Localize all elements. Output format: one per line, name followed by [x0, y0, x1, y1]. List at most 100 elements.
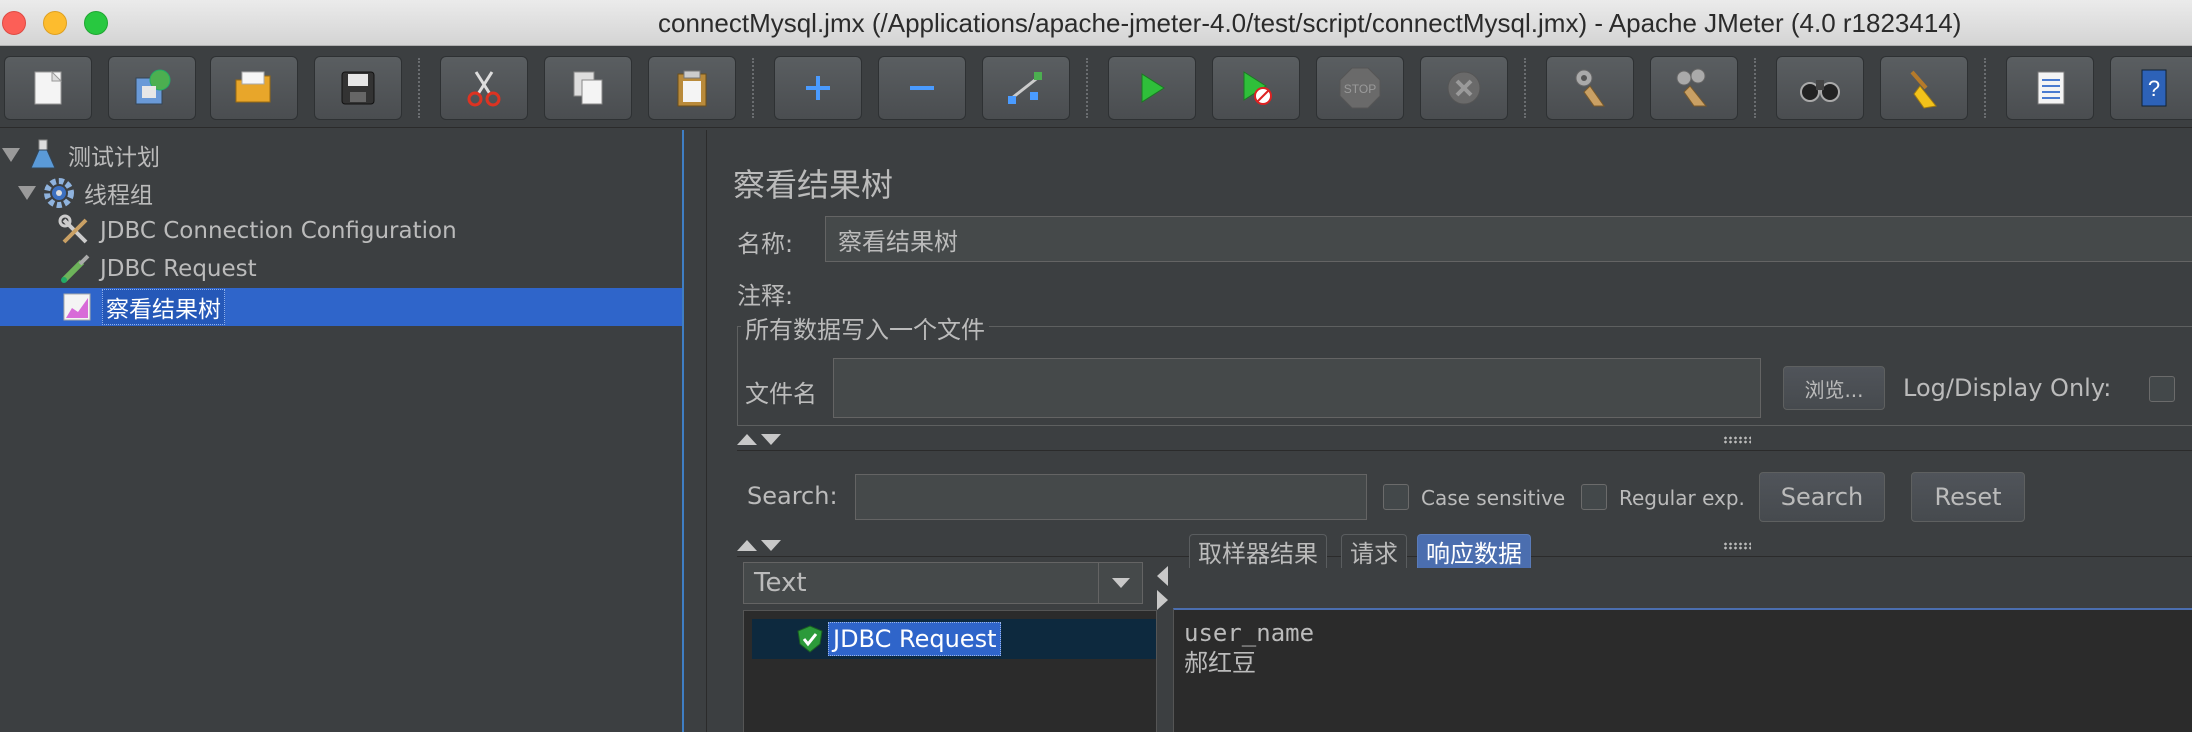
panel-title: 察看结果树	[733, 166, 894, 204]
divider	[737, 450, 2192, 451]
expand-all-button[interactable]	[774, 56, 862, 120]
response-data-area[interactable]: user_name 郝红豆	[1173, 608, 2192, 732]
result-item-label: JDBC Request	[828, 622, 1002, 656]
search-label: Search:	[747, 482, 838, 510]
search-submit-button[interactable]: Search	[1759, 472, 1885, 522]
tree-item-view-results-tree[interactable]: 察看结果树	[0, 288, 682, 326]
reset-button[interactable]: Reset	[1911, 472, 2025, 522]
tab-request[interactable]: 请求	[1341, 534, 1407, 568]
renderer-select[interactable]: Text	[743, 562, 1143, 604]
stop-button[interactable]: STOP	[1316, 56, 1404, 120]
panel-splitter[interactable]	[686, 130, 702, 732]
function-helper-icon	[2037, 71, 2065, 105]
start-icon	[1141, 73, 1165, 103]
save-button[interactable]	[314, 56, 402, 120]
tree-item-label: JDBC Request	[100, 256, 257, 282]
response-line: 郝红豆	[1184, 649, 1256, 677]
window-title: connectMysql.jmx (/Applications/apache-j…	[658, 8, 1962, 38]
search-icon	[1800, 80, 1840, 102]
splitter-grip[interactable]	[1723, 436, 1751, 444]
collapse-left-icon[interactable]	[1157, 566, 1168, 586]
expand-icon	[806, 76, 830, 100]
reset-search-icon	[1910, 70, 1937, 109]
results-tree: JDBC Request	[743, 610, 1157, 732]
tree-item-test-plan[interactable]: 测试计划	[2, 136, 160, 174]
tab-response-data[interactable]: 响应数据	[1417, 534, 1531, 568]
toolbar-separator	[752, 58, 754, 118]
comment-field[interactable]	[817, 274, 2192, 308]
log-display-only-label: Log/Display Only:	[1903, 374, 2112, 402]
title-bar: connectMysql.jmx (/Applications/apache-j…	[0, 0, 2192, 46]
toolbar-separator	[1524, 58, 1526, 118]
test-plan-tree: 测试计划 线程组 JDBC Connection Configuration J…	[0, 130, 684, 732]
reset-search-button[interactable]	[1880, 56, 1968, 120]
wrench-icon	[58, 214, 92, 248]
arrow-down-icon	[761, 434, 781, 445]
tree-item-jdbc-connection-configuration[interactable]: JDBC Connection Configuration	[58, 212, 457, 250]
svg-text:STOP: STOP	[1344, 82, 1376, 96]
expand-arrow-icon[interactable]	[18, 186, 36, 200]
tree-item-jdbc-request[interactable]: JDBC Request	[58, 250, 257, 288]
collapse-icon	[910, 86, 934, 90]
regular-exp-checkbox[interactable]	[1581, 484, 1607, 510]
svg-text:?: ?	[2148, 76, 2160, 101]
toggle-button[interactable]	[982, 56, 1070, 120]
log-display-only-checkbox[interactable]	[2149, 376, 2175, 402]
chevron-down-icon	[1098, 563, 1142, 603]
regular-exp-label: Regular exp.	[1619, 486, 1745, 510]
clear-all-button[interactable]	[1650, 56, 1738, 120]
minimize-window-button[interactable]	[43, 11, 67, 35]
start-no-pauses-button[interactable]	[1212, 56, 1300, 120]
function-helper-button[interactable]	[2006, 56, 2094, 120]
case-sensitive-checkbox[interactable]	[1383, 484, 1409, 510]
templates-icon	[135, 69, 171, 105]
expand-right-icon[interactable]	[1157, 590, 1168, 610]
maximize-window-button[interactable]	[84, 11, 108, 35]
splitter-grip[interactable]	[1723, 542, 1751, 550]
search-button[interactable]	[1776, 56, 1864, 120]
help-icon: ?	[2141, 69, 2167, 107]
help-button[interactable]: ?	[2110, 56, 2192, 120]
close-window-button[interactable]	[2, 11, 26, 35]
response-line: user_name	[1184, 619, 1315, 647]
split-arrows[interactable]	[737, 540, 781, 551]
tree-item-thread-group[interactable]: 线程组	[18, 174, 153, 212]
toolbar-separator	[1086, 58, 1088, 118]
cut-button[interactable]	[440, 56, 528, 120]
expand-arrow-icon[interactable]	[2, 148, 20, 162]
case-sensitive-label: Case sensitive	[1421, 486, 1566, 510]
tree-item-label: 察看结果树	[102, 289, 225, 325]
split-arrows[interactable]	[737, 434, 781, 445]
toolbar-separator	[418, 58, 420, 118]
arrow-up-icon	[737, 540, 757, 551]
tree-item-label: JDBC Connection Configuration	[100, 218, 457, 244]
success-shield-icon	[792, 624, 828, 654]
tab-sampler-result[interactable]: 取样器结果	[1189, 534, 1327, 568]
toolbar-separator	[1984, 58, 1986, 118]
paste-button[interactable]	[648, 56, 736, 120]
save-icon	[341, 71, 375, 105]
comment-label: 注释:	[737, 282, 794, 310]
start-no-pauses-icon	[1243, 71, 1272, 105]
templates-button[interactable]	[108, 56, 196, 120]
stop-icon: STOP	[1339, 67, 1381, 109]
arrow-up-icon	[737, 434, 757, 445]
flask-icon	[26, 138, 60, 172]
clear-all-icon	[1676, 68, 1708, 107]
cut-icon	[467, 71, 501, 107]
open-button[interactable]	[210, 56, 298, 120]
collapse-all-button[interactable]	[878, 56, 966, 120]
copy-button[interactable]	[544, 56, 632, 120]
search-input[interactable]	[855, 474, 1367, 520]
name-field[interactable]: 察看结果树	[825, 216, 2192, 262]
filename-field[interactable]	[833, 358, 1761, 418]
new-button[interactable]	[4, 56, 92, 120]
open-icon	[235, 71, 271, 103]
browse-button[interactable]: 浏览...	[1783, 366, 1885, 410]
toolbar-separator	[1754, 58, 1756, 118]
shutdown-button[interactable]	[1420, 56, 1508, 120]
clear-button[interactable]	[1546, 56, 1634, 120]
arrow-down-icon	[761, 540, 781, 551]
start-button[interactable]	[1108, 56, 1196, 120]
result-item-jdbc-request[interactable]: JDBC Request	[752, 619, 1156, 659]
